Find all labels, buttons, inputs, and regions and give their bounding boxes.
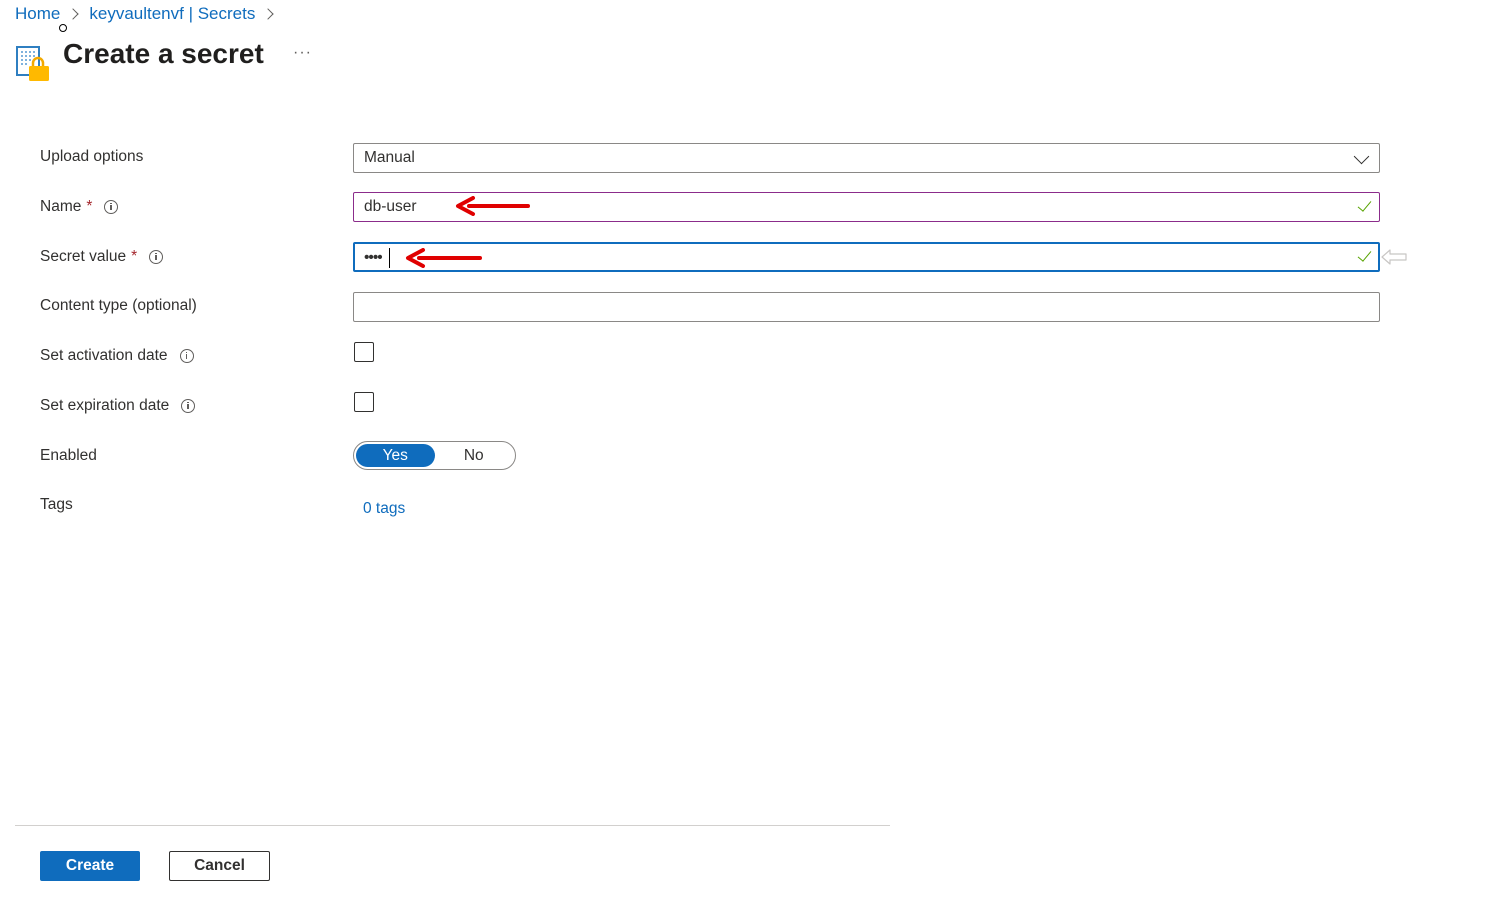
upload-options-select[interactable]: Manual: [353, 143, 1380, 173]
more-icon[interactable]: ···: [293, 44, 312, 62]
required-marker: *: [86, 198, 93, 215]
name-label: Name *: [40, 198, 119, 216]
expiration-date-label: Set expiration date: [40, 397, 196, 415]
footer-divider: [15, 825, 890, 826]
create-button[interactable]: Create: [40, 851, 140, 881]
info-icon[interactable]: [149, 250, 164, 264]
expiration-date-checkbox[interactable]: [354, 392, 374, 412]
activation-date-checkbox[interactable]: [354, 342, 374, 362]
info-icon[interactable]: [179, 349, 194, 363]
required-marker: *: [131, 248, 138, 265]
tags-label: Tags: [40, 496, 73, 513]
enabled-toggle[interactable]: Yes No: [353, 441, 516, 470]
annotation-arrow: [406, 248, 482, 268]
text-caret: [389, 248, 390, 268]
cancel-button[interactable]: Cancel: [169, 851, 270, 881]
breadcrumb: Home keyvaultenvf | Secrets: [15, 3, 284, 25]
secret-value-input[interactable]: ••••: [353, 242, 1380, 272]
content-type-input[interactable]: [353, 292, 1380, 322]
enabled-yes-option[interactable]: Yes: [356, 444, 435, 467]
annotation-arrow: [456, 196, 530, 216]
info-icon[interactable]: [181, 399, 196, 413]
tags-link[interactable]: 0 tags: [363, 500, 405, 518]
page-title: Create a secret: [63, 38, 264, 69]
upload-options-label: Upload options: [40, 148, 144, 165]
secret-value-label: Secret value *: [40, 248, 164, 266]
checkmark-icon: [1357, 247, 1372, 262]
mouse-cursor: [59, 24, 67, 32]
chevron-right-icon: [67, 8, 80, 20]
checkmark-icon: [1357, 197, 1372, 212]
info-icon[interactable]: [104, 200, 119, 214]
chevron-right-icon: [262, 8, 275, 20]
activation-date-label: Set activation date: [40, 347, 194, 365]
key-vault-secret-icon: [16, 46, 49, 81]
enabled-label: Enabled: [40, 447, 97, 464]
content-type-label: Content type (optional): [40, 297, 197, 314]
breadcrumb-home-link[interactable]: Home: [15, 4, 60, 24]
pointer-arrow-icon: [1381, 249, 1407, 265]
breadcrumb-secrets-link[interactable]: keyvaultenvf | Secrets: [89, 4, 255, 24]
enabled-no-option[interactable]: No: [435, 444, 514, 467]
chevron-down-icon: [1353, 148, 1370, 165]
